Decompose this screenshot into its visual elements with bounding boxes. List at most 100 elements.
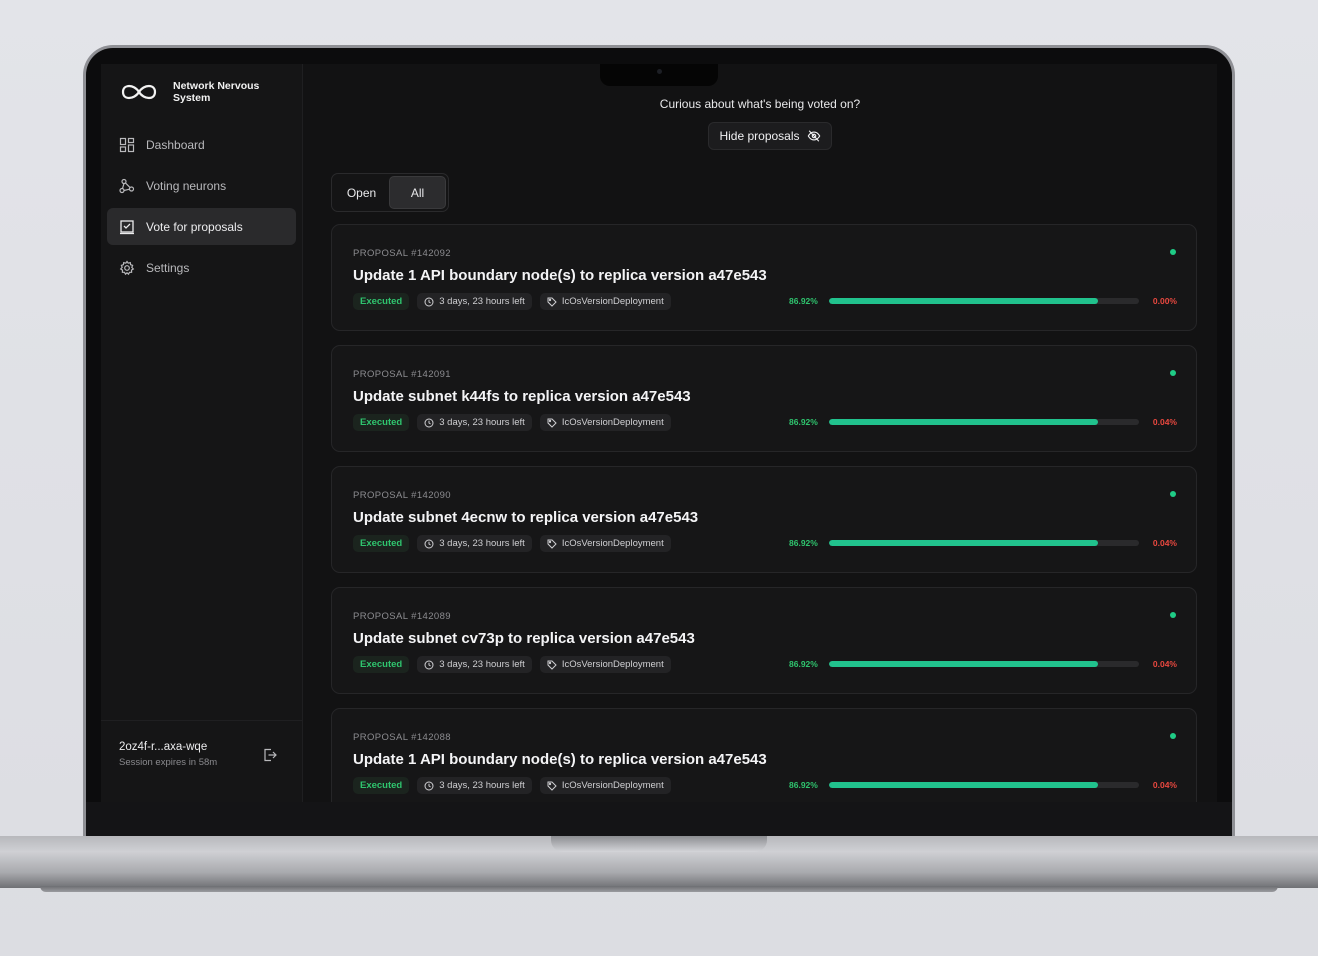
clock-icon bbox=[424, 539, 434, 548]
time-left: 3 days, 23 hours left bbox=[439, 417, 525, 428]
yes-percentage: 86.92% bbox=[789, 296, 818, 306]
yes-fill bbox=[829, 298, 1099, 304]
status-badge: Executed bbox=[353, 777, 410, 794]
status-dot bbox=[1170, 370, 1176, 376]
vote-bar: 86.92% 0.00% bbox=[789, 294, 1179, 308]
camera-notch bbox=[600, 64, 718, 86]
tag-icon bbox=[547, 781, 557, 791]
no-percentage: 0.04% bbox=[1152, 659, 1177, 669]
proposal-card[interactable]: PROPOSAL #142091 Update subnet k44fs to … bbox=[331, 345, 1197, 452]
brand-name: Network Nervous System bbox=[173, 80, 260, 104]
logout-icon[interactable] bbox=[262, 747, 278, 763]
sidebar-item-dashboard[interactable]: Dashboard bbox=[107, 126, 296, 163]
clock-icon bbox=[424, 418, 434, 427]
yes-percentage: 86.92% bbox=[789, 780, 818, 790]
time-left: 3 days, 23 hours left bbox=[439, 296, 525, 307]
sidebar-item-settings[interactable]: Settings bbox=[107, 249, 296, 286]
topic: IcOsVersionDeployment bbox=[561, 659, 664, 670]
topic: IcOsVersionDeployment bbox=[561, 780, 664, 791]
topic-badge: IcOsVersionDeployment bbox=[539, 777, 671, 794]
time-left-badge: 3 days, 23 hours left bbox=[417, 535, 532, 552]
hide-proposals-button[interactable]: Hide proposals bbox=[708, 122, 832, 150]
vote-track bbox=[829, 661, 1139, 667]
time-left-badge: 3 days, 23 hours left bbox=[417, 656, 532, 673]
status-dot bbox=[1170, 612, 1176, 618]
proposal-tags: Executed 3 days, 23 hours left IcOsVersi… bbox=[353, 414, 671, 431]
brand: Network Nervous System bbox=[101, 64, 302, 104]
proposal-card[interactable]: PROPOSAL #142092 Update 1 API boundary n… bbox=[331, 224, 1197, 331]
tab-open[interactable]: Open bbox=[334, 176, 389, 209]
yes-fill bbox=[829, 540, 1099, 546]
tag-icon bbox=[547, 660, 557, 670]
proposal-id: PROPOSAL #142091 bbox=[353, 369, 451, 380]
topic: IcOsVersionDeployment bbox=[561, 417, 664, 428]
sidebar-item-vote-for-proposals[interactable]: Vote for proposals bbox=[107, 208, 296, 245]
vote-track bbox=[829, 298, 1139, 304]
proposal-tags: Executed 3 days, 23 hours left IcOsVersi… bbox=[353, 656, 671, 673]
proposal-list: PROPOSAL #142092 Update 1 API boundary n… bbox=[331, 224, 1197, 802]
proposal-title: Update 1 API boundary node(s) to replica… bbox=[353, 751, 767, 768]
topic: IcOsVersionDeployment bbox=[561, 296, 664, 307]
clock-icon bbox=[424, 781, 434, 790]
camera-icon bbox=[657, 69, 662, 74]
tag-icon bbox=[547, 297, 557, 307]
main-content: Curious about what's being voted on? Hid… bbox=[303, 64, 1217, 802]
gear-icon bbox=[119, 259, 135, 275]
time-left: 3 days, 23 hours left bbox=[439, 780, 525, 791]
proposal-id: PROPOSAL #142090 bbox=[353, 490, 451, 501]
session-panel: 2oz4f-r...axa-wqe Session expires in 58m bbox=[101, 720, 302, 802]
time-left-badge: 3 days, 23 hours left bbox=[417, 414, 532, 431]
yes-fill bbox=[829, 782, 1099, 788]
time-left: 3 days, 23 hours left bbox=[439, 538, 525, 549]
proposal-tags: Executed 3 days, 23 hours left IcOsVersi… bbox=[353, 535, 671, 552]
proposal-card[interactable]: PROPOSAL #142088 Update 1 API boundary n… bbox=[331, 708, 1197, 802]
vote-bar: 86.92% 0.04% bbox=[789, 778, 1179, 792]
proposal-id: PROPOSAL #142089 bbox=[353, 611, 451, 622]
topic-badge: IcOsVersionDeployment bbox=[539, 535, 671, 552]
proposal-filter-tabs: Open All bbox=[331, 173, 449, 212]
sidebar-nav: Dashboard Voting neurons Vote for propos… bbox=[101, 126, 302, 286]
sidebar: Network Nervous System Dashboard Voting … bbox=[101, 64, 303, 802]
status-badge: Executed bbox=[353, 293, 410, 310]
tab-all[interactable]: All bbox=[389, 176, 446, 209]
sidebar-item-label: Dashboard bbox=[146, 137, 205, 152]
proposal-id: PROPOSAL #142092 bbox=[353, 248, 451, 259]
proposal-title: Update 1 API boundary node(s) to replica… bbox=[353, 267, 767, 284]
sidebar-item-label: Voting neurons bbox=[146, 178, 227, 193]
status-dot bbox=[1170, 249, 1176, 255]
neurons-icon bbox=[119, 178, 135, 193]
proposal-title: Update subnet 4ecnw to replica version a… bbox=[353, 509, 699, 526]
vote-track bbox=[829, 419, 1139, 425]
sidebar-item-voting-neurons[interactable]: Voting neurons bbox=[107, 167, 296, 204]
status-dot bbox=[1170, 733, 1176, 739]
yes-fill bbox=[829, 661, 1099, 667]
status-badge: Executed bbox=[353, 535, 410, 552]
voting-prompt: Curious about what's being voted on? bbox=[659, 97, 861, 111]
vote-bar: 86.92% 0.04% bbox=[789, 657, 1179, 671]
yes-percentage: 86.92% bbox=[789, 659, 818, 669]
status-badge: Executed bbox=[353, 656, 410, 673]
yes-percentage: 86.92% bbox=[789, 417, 818, 427]
laptop-foot bbox=[40, 886, 1278, 892]
time-left-badge: 3 days, 23 hours left bbox=[417, 293, 532, 310]
no-percentage: 0.04% bbox=[1152, 780, 1177, 790]
infinity-logo-icon bbox=[121, 84, 157, 100]
topic-badge: IcOsVersionDeployment bbox=[539, 293, 671, 310]
sidebar-item-label: Settings bbox=[146, 260, 190, 275]
proposal-title: Update subnet cv73p to replica version a… bbox=[353, 630, 695, 647]
tag-icon bbox=[547, 418, 557, 428]
topic: IcOsVersionDeployment bbox=[561, 538, 664, 549]
vote-track bbox=[829, 540, 1139, 546]
eye-off-icon bbox=[807, 130, 820, 142]
time-left-badge: 3 days, 23 hours left bbox=[417, 777, 532, 794]
session-principal-id: 2oz4f-r...axa-wqe bbox=[119, 741, 208, 753]
vote-bar: 86.92% 0.04% bbox=[789, 536, 1179, 550]
laptop-opening-notch bbox=[551, 836, 767, 852]
laptop-chin bbox=[86, 802, 1232, 836]
proposal-card[interactable]: PROPOSAL #142090 Update subnet 4ecnw to … bbox=[331, 466, 1197, 573]
proposal-card[interactable]: PROPOSAL #142089 Update subnet cv73p to … bbox=[331, 587, 1197, 694]
vote-bar: 86.92% 0.04% bbox=[789, 415, 1179, 429]
app-screen: Network Nervous System Dashboard Voting … bbox=[101, 64, 1217, 802]
no-percentage: 0.04% bbox=[1152, 538, 1177, 548]
no-percentage: 0.04% bbox=[1152, 417, 1177, 427]
